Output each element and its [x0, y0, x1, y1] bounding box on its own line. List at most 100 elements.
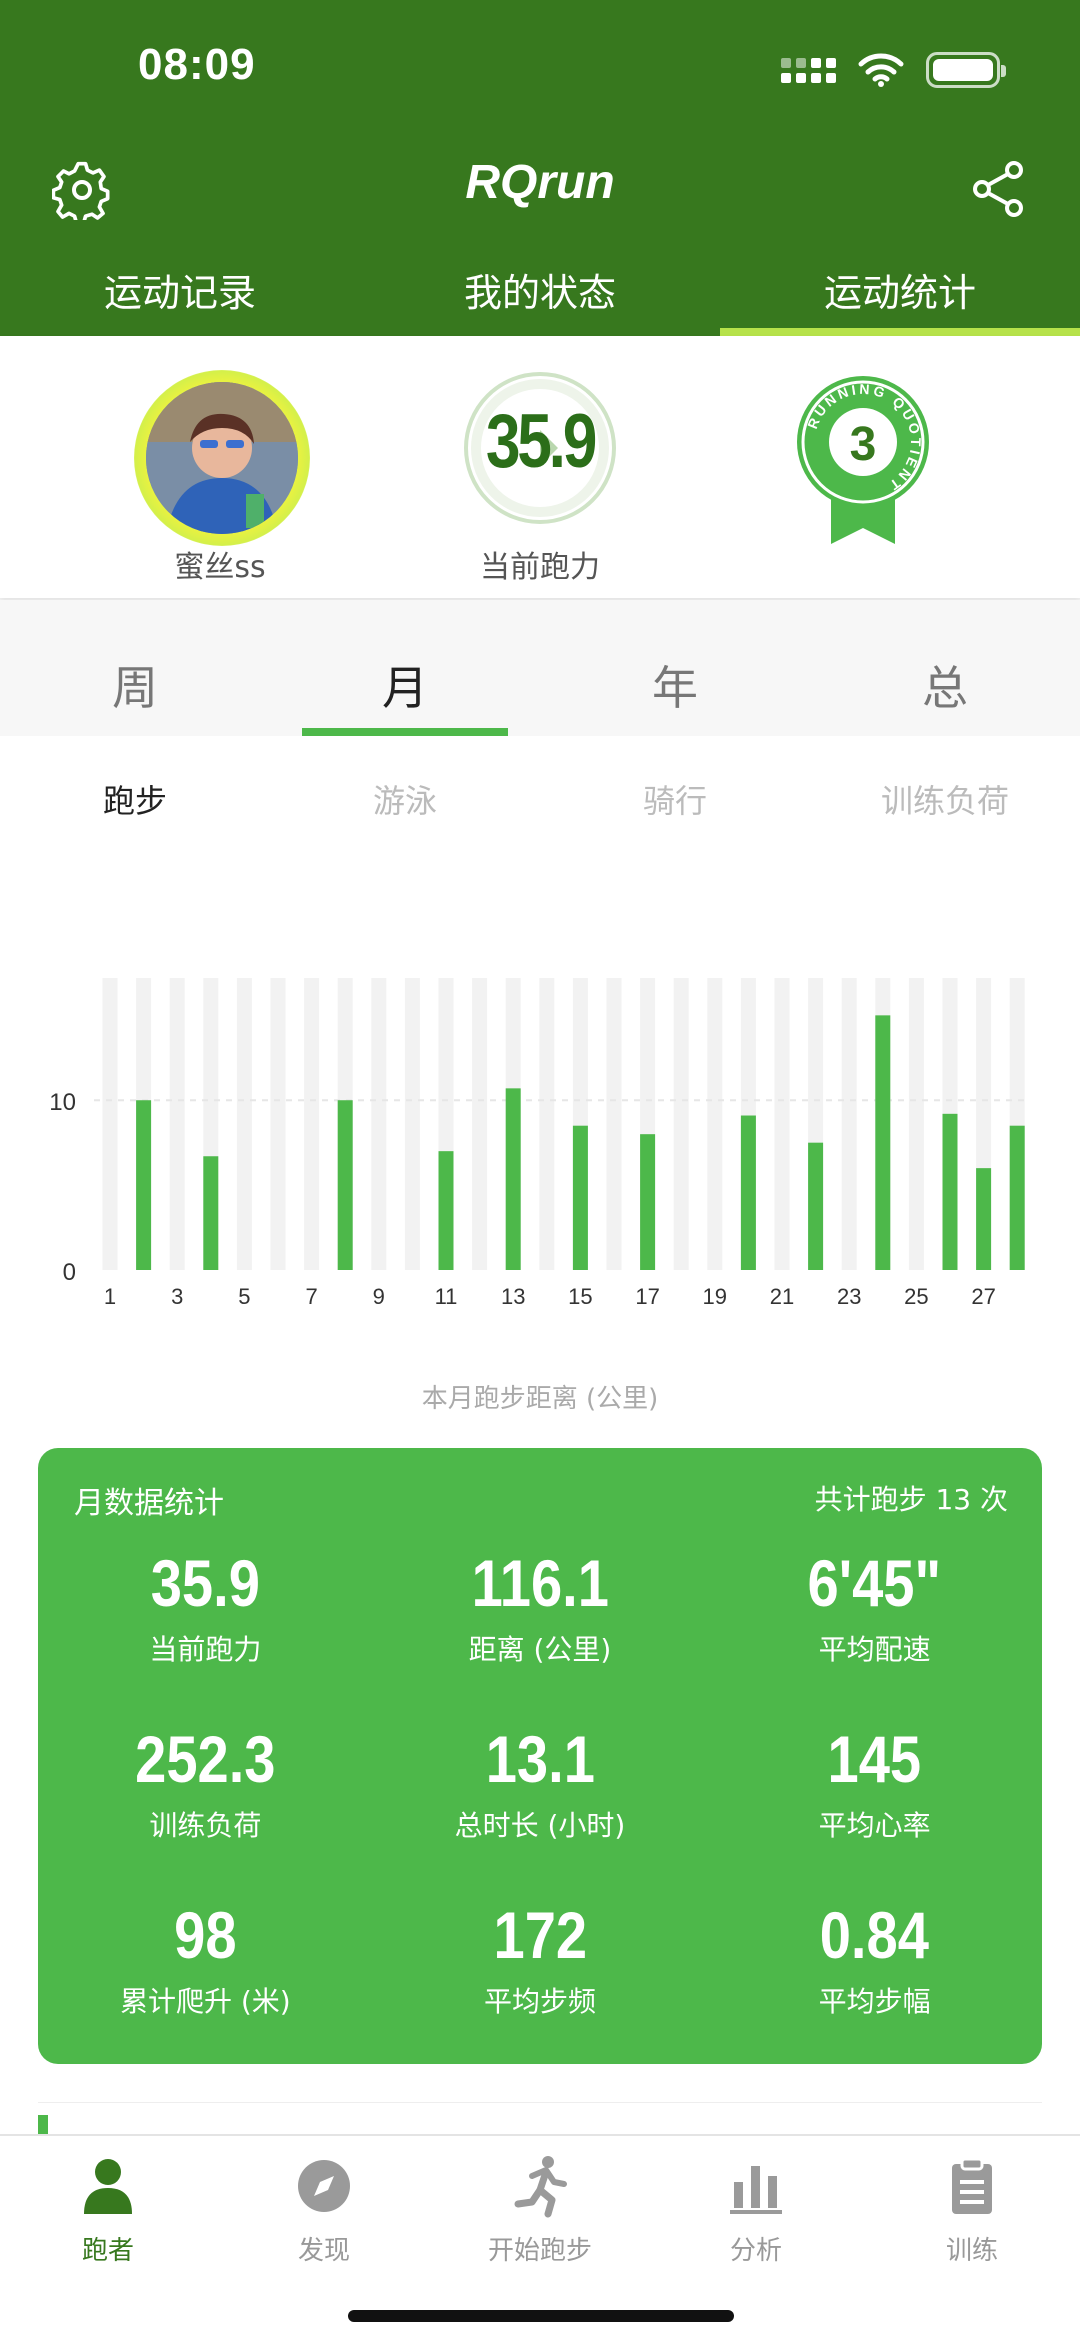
- x-tick-label: 23: [837, 1284, 861, 1309]
- avatar[interactable]: [146, 382, 298, 534]
- status-icons: [781, 52, 1006, 88]
- x-tick-label: 27: [971, 1284, 995, 1309]
- period-tabs: 周 月 年 总: [0, 600, 1080, 736]
- nav-label: 训练: [945, 2236, 998, 2266]
- x-tick-label: 11: [435, 1284, 458, 1309]
- nav-label: 发现: [297, 2236, 350, 2266]
- nav-training[interactable]: 训练: [864, 2136, 1080, 2341]
- battery-icon: [926, 52, 1006, 88]
- x-tick-label: 25: [904, 1284, 928, 1309]
- stat-value: 252.3: [135, 1722, 276, 1796]
- main-tabs: 运动记录 我的状态 运动统计: [0, 258, 1080, 336]
- person-icon: [84, 2159, 132, 2214]
- stat-value: 116.1: [471, 1546, 609, 1620]
- distance-bar: [337, 1100, 353, 1270]
- running-power-label: 当前跑力: [480, 550, 600, 585]
- bar-track: [673, 978, 689, 1270]
- share-icon[interactable]: [970, 160, 1028, 218]
- distance-bar: [572, 1125, 588, 1270]
- x-tick-label: 15: [568, 1284, 592, 1309]
- stat-label: 平均心率: [818, 1809, 931, 1842]
- nav-label: 分析: [729, 2236, 782, 2266]
- stat-avg-stride: 0.84 平均步幅: [707, 1896, 1042, 2072]
- stat-value: 6'45": [807, 1546, 942, 1620]
- bar-track: [908, 978, 924, 1270]
- tab-cycling[interactable]: 骑行: [540, 776, 810, 822]
- nav-runner[interactable]: 跑者: [0, 2136, 216, 2341]
- stats-content: 跑步 游泳 骑行 训练负荷 0 10 1 3 5 7 9 11 13 15 17 19 21 23 25 27…: [0, 736, 1080, 2143]
- bar-track: [102, 978, 118, 1270]
- tab-running[interactable]: 跑步: [0, 776, 270, 822]
- stat-value: 35.9: [150, 1546, 260, 1620]
- distance-bar: [640, 1134, 656, 1270]
- app-title: RQrun: [465, 156, 615, 209]
- bar-track: [774, 978, 790, 1270]
- stat-value: 145: [827, 1722, 922, 1796]
- distance-bar: [942, 1113, 958, 1270]
- running-power-value: 35.9: [485, 399, 597, 484]
- compass-icon: [298, 2160, 350, 2212]
- stat-total-duration: 13.1 总时长 (小时): [373, 1720, 708, 1896]
- tab-month[interactable]: 月: [270, 600, 540, 736]
- distance-bar: [976, 1168, 992, 1270]
- chart-caption: 本月跑步距离 (公里): [421, 1384, 659, 1414]
- home-indicator: [348, 2310, 734, 2322]
- stat-label: 训练负荷: [149, 1809, 262, 1842]
- stat-running-power: 35.9 当前跑力: [38, 1544, 373, 1720]
- nav-label: 跑者: [81, 2236, 134, 2266]
- bar-track: [169, 978, 185, 1270]
- tab-swimming[interactable]: 游泳: [270, 776, 540, 822]
- x-tick-label: 21: [770, 1284, 794, 1309]
- stat-distance: 116.1 距离 (公里): [373, 1544, 708, 1720]
- bar-track: [270, 978, 286, 1270]
- stat-avg-heart-rate: 145 平均心率: [707, 1720, 1042, 1896]
- x-tick-label: 13: [501, 1284, 525, 1309]
- distance-bar: [203, 1156, 219, 1270]
- stat-label: 总时长 (小时): [454, 1809, 626, 1842]
- stats-grid: 35.9 当前跑力 116.1 距离 (公里) 6'45" 平均配速 252.3 训练负…: [38, 1544, 1042, 2072]
- x-tick-label: 17: [635, 1284, 659, 1309]
- nav-label: 开始跑步: [487, 2236, 592, 2266]
- sport-tabs: 跑步 游泳 骑行 训练负荷: [0, 776, 1080, 822]
- stat-training-load: 252.3 训练负荷: [38, 1720, 373, 1896]
- tab-training-load[interactable]: 训练负荷: [810, 776, 1080, 822]
- x-tick-label: 7: [305, 1284, 317, 1309]
- wifi-icon: [858, 53, 904, 87]
- x-tick-label: 19: [703, 1284, 727, 1309]
- y-tick-label: 0: [63, 1259, 76, 1286]
- distance-bar: [438, 1151, 454, 1270]
- monthly-distance-chart: 0101 3 5 7 9 11 13 15 17 19 21 23 25 27: [49, 978, 1030, 1309]
- bar-track: [841, 978, 857, 1270]
- x-tick-label: 1: [104, 1284, 116, 1309]
- username: 蜜丝ss: [174, 550, 266, 585]
- runner-icon: [514, 2156, 567, 2218]
- tab-exercise-records[interactable]: 运动记录: [0, 258, 360, 336]
- bar-track: [472, 978, 488, 1270]
- profile-summary: 蜜丝ss 35.9 当前跑力 RUNNING QUOTIENT 3: [0, 336, 1080, 598]
- tab-my-status[interactable]: 我的状态: [360, 258, 720, 336]
- stat-label: 当前跑力: [149, 1633, 262, 1666]
- stat-label: 平均步幅: [818, 1985, 931, 2018]
- x-tick-label: 9: [373, 1284, 385, 1309]
- stat-label: 距离 (公里): [468, 1633, 612, 1666]
- status-time: 08:09: [138, 40, 256, 89]
- tab-exercise-stats[interactable]: 运动统计: [720, 258, 1080, 336]
- tab-year[interactable]: 年: [540, 600, 810, 736]
- distance-bar: [808, 1142, 824, 1270]
- rq-level: 3: [850, 418, 877, 471]
- tab-total[interactable]: 总: [810, 600, 1080, 736]
- stat-label: 平均配速: [818, 1633, 931, 1666]
- stat-elevation-gain: 98 累计爬升 (米): [38, 1896, 373, 2072]
- bar-chart-icon: [730, 2166, 782, 2214]
- stats-title: 月数据统计: [74, 1486, 224, 1521]
- running-quotient-badge-icon[interactable]: RUNNING QUOTIENT 3: [793, 372, 933, 552]
- bar-track: [539, 978, 555, 1270]
- bar-track: [236, 978, 252, 1270]
- bar-track: [707, 978, 723, 1270]
- signal-icon: [781, 57, 836, 83]
- bar-track: [404, 978, 420, 1270]
- stat-avg-cadence: 172 平均步频: [373, 1896, 708, 2072]
- y-tick-label: 10: [49, 1089, 76, 1116]
- distance-bar: [136, 1100, 152, 1270]
- tab-week[interactable]: 周: [0, 600, 270, 736]
